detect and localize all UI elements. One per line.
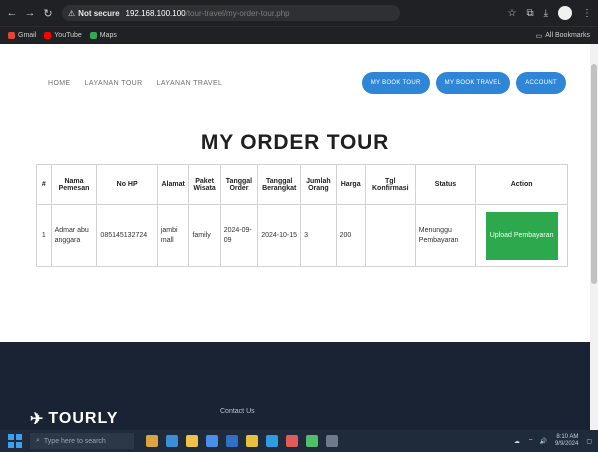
col-header-action: Action [475,164,568,205]
cell-jumlah: 3 [300,204,337,267]
scrollbar-thumb[interactable] [591,64,597,284]
cell-action: Upload Pembayaran [475,204,568,267]
download-icon[interactable]: ⤓ [544,8,548,19]
col-header-harga: Harga [335,164,366,205]
all-bookmarks-label: All Bookmarks [545,32,590,39]
my-book-travel-button[interactable]: MY BOOK TRAVEL [435,72,511,94]
network-icon[interactable]: ⌔ [528,437,534,445]
profile-avatar[interactable] [558,6,572,20]
col-header-tgl-konfirmasi: Tgl Konfirmasi [364,164,416,205]
col-header-alamat: Alamat [156,164,190,205]
mail-icon[interactable] [226,435,238,447]
clock[interactable]: 8:10 AM 9/9/2024 [555,434,578,448]
col-header-jumlah: Jumlah Orang [300,164,337,205]
youtube-icon [44,32,52,39]
weather-icon[interactable]: ☁ [514,438,520,445]
site-footer: ✈ TOURLY Contact Us [0,342,590,430]
photos-icon[interactable] [286,435,298,447]
windows-taskbar: ⌕ Type here to search ☁ ⌔ 🔊 8:10 AM 9/9/… [0,430,598,452]
extensions-icon[interactable]: ⧉ [526,8,533,19]
contact-us-heading: Contact Us [220,408,255,415]
cell-alamat: jambi mall [156,204,190,267]
cell-no: 1 [36,204,52,267]
page-viewport: HOME LAYANAN TOUR LAYANAN TRAVEL MY BOOK… [0,44,590,430]
cell-harga: 200 [335,204,366,267]
col-header-status: Status [414,164,477,205]
clock-time: 8:10 AM [556,434,579,440]
notification-icon[interactable]: ▢ [586,438,592,445]
col-header-no: # [36,164,52,205]
page-title: MY ORDER TOUR [200,131,390,154]
star-icon[interactable]: ☆ [507,8,516,19]
cell-tgl-konfirmasi [364,204,416,267]
cell-status: Menunggu Pembayaran [414,204,477,267]
gmail-icon [8,32,15,39]
nav-link-layanan-travel[interactable]: LAYANAN TRAVEL [157,80,223,87]
col-header-nama: Nama Pemesan [50,164,98,205]
chrome-icon[interactable] [246,435,258,447]
forward-icon[interactable]: → [24,7,36,19]
address-bar[interactable]: ⚠ Not secure 192.168.100.100 /tour-trave… [62,5,400,21]
order-table: # Nama Pemesan No HP Alamat Paket Wisata… [36,164,568,267]
explorer-icon[interactable] [186,435,198,447]
bookmark-label: Gmail [18,32,37,39]
task-view-icon[interactable] [146,435,158,447]
system-tray: ☁ ⌔ 🔊 8:10 AM 9/9/2024 ▢ [514,434,598,448]
vscode-icon[interactable] [266,435,278,447]
nav-link-layanan-tour[interactable]: LAYANAN TOUR [85,80,143,87]
taskbar-apps [146,435,346,447]
upload-payment-button[interactable]: Upload Pembayaran [485,211,558,260]
folder-icon: ▭ [535,32,543,40]
menu-icon[interactable]: ⋮ [582,8,592,19]
col-header-paket: Paket Wisata [188,164,221,205]
brand-logo[interactable]: ✈ TOURLY [30,409,118,429]
bookmarks-bar: Gmail YouTube Maps ▭ All Bookmarks [0,26,598,44]
clock-date: 9/9/2024 [554,441,579,447]
url-host: 192.168.100.100 [125,8,186,18]
windows-start-icon[interactable] [8,434,22,448]
browser-toolbar: ← → ↻ ⚠ Not secure 192.168.100.100 /tour… [0,0,598,26]
warning-icon: ⚠ [68,8,76,18]
col-header-tgl-berangkat: Tanggal Berangkat [257,164,302,205]
maps-icon [89,32,97,39]
bookmark-maps[interactable]: Maps [89,32,117,39]
plane-icon: ✈ [30,411,45,428]
url-path: /tour-travel/my-order-tour.php [185,8,290,18]
reload-icon[interactable]: ↻ [42,7,54,20]
cell-nama: Admar abu anggara [50,204,98,267]
table-header-row: # Nama Pemesan No HP Alamat Paket Wisata… [36,164,568,205]
all-bookmarks[interactable]: ▭ All Bookmarks [536,32,590,40]
account-button[interactable]: ACCOUNT [516,72,566,94]
cell-paket: family [188,204,221,267]
search-icon: ⌕ [36,437,40,444]
brand-name: TOURLY [48,410,119,427]
security-label: Not secure [78,8,120,18]
cell-hp: 085145132724 [96,204,158,267]
cell-tgl-berangkat: 2024-10-15 [257,204,302,267]
top-navigation: HOME LAYANAN TOUR LAYANAN TRAVEL MY BOOK… [0,44,590,122]
terminal-icon[interactable] [326,435,338,447]
store-icon[interactable] [206,435,218,447]
my-book-tour-button[interactable]: MY BOOK TOUR [361,72,430,94]
files-icon[interactable] [306,435,318,447]
col-header-tgl-order: Tanggal Order [219,164,259,205]
back-icon[interactable]: ← [6,7,18,19]
edge-icon[interactable] [166,435,178,447]
table-row: 1 Admar abu anggara 085145132724 jambi m… [36,204,568,267]
bookmark-gmail[interactable]: Gmail [8,32,36,39]
bookmark-label: YouTube [54,32,82,39]
bookmark-label: Maps [99,32,117,39]
scrollbar[interactable] [590,44,598,430]
cell-tgl-order: 2024-09-09 [219,204,259,267]
col-header-hp: No HP [96,164,158,205]
taskbar-search-input[interactable]: ⌕ Type here to search [30,433,134,449]
bookmark-youtube[interactable]: YouTube [44,32,82,39]
volume-icon[interactable]: 🔊 [539,438,546,445]
search-placeholder: Type here to search [43,437,106,445]
nav-link-home[interactable]: HOME [48,80,71,87]
